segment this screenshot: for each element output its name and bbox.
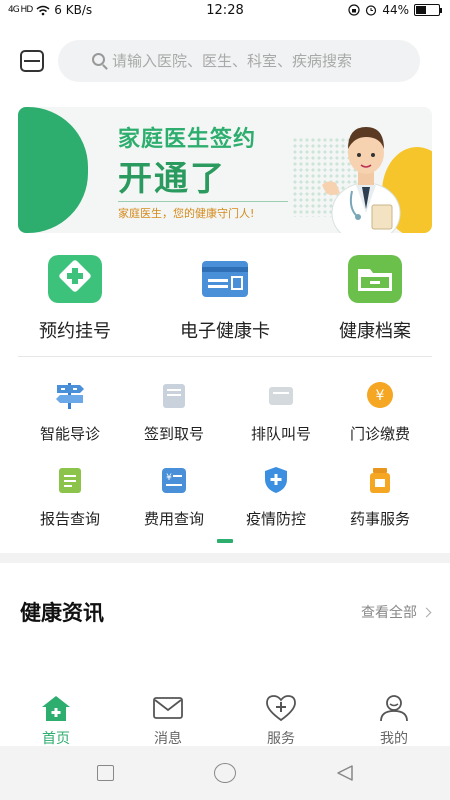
battery-percent: 44% (382, 3, 409, 17)
tab-label: 消息 (154, 731, 182, 747)
banner-decoration (18, 107, 88, 233)
bottom-tab-bar: 首页 消息 服务 我的 (0, 690, 450, 747)
alarm-icon (366, 5, 377, 16)
banner-title: 开通了 (118, 159, 226, 199)
svg-text:¥: ¥ (166, 473, 172, 483)
header (0, 38, 450, 84)
quick-label: 报告查询 (39, 510, 100, 528)
chevron-right-icon (421, 607, 432, 617)
quick-label: 门诊缴费 (349, 425, 410, 443)
tab-services[interactable]: 服务 (225, 690, 337, 747)
section-gap (0, 553, 450, 563)
folder-icon (348, 255, 402, 303)
service-label: 健康档案 (339, 321, 411, 342)
search-icon (92, 53, 105, 66)
banner-subtitle: 家庭医生，您的健康守门人! (118, 207, 255, 220)
quick-label: 智能导诊 (39, 425, 100, 443)
quick-outpatient-payment[interactable]: ¥ 门诊缴费 (324, 381, 436, 451)
tab-label: 我的 (380, 731, 408, 747)
banner-divider (118, 201, 288, 202)
mail-icon (153, 697, 183, 719)
svg-text:¥: ¥ (376, 388, 385, 404)
lock-rotation-icon (348, 4, 360, 16)
search-input[interactable] (112, 52, 412, 70)
quick-label: 费用查询 (143, 510, 204, 528)
tab-home[interactable]: 首页 (0, 690, 112, 747)
quick-label: 签到取号 (143, 425, 204, 443)
system-nav-bar (0, 746, 450, 800)
main-services: 预约挂号 电子健康卡 健康档案 (0, 255, 450, 345)
doctor-illustration (322, 127, 401, 233)
signpost-icon (56, 383, 84, 409)
shield-icon (265, 467, 287, 493)
news-section-title: 健康资讯 (20, 601, 104, 625)
quick-label: 排队叫号 (250, 425, 311, 443)
tab-messages[interactable]: 消息 (112, 690, 224, 747)
promo-banner[interactable]: 家庭医生签约 开通了 家庭医生，您的健康守门人! (18, 107, 432, 233)
plus-card-icon (48, 255, 102, 303)
tab-label: 服务 (267, 731, 295, 747)
battery-icon (414, 4, 442, 16)
quick-epidemic-control[interactable]: 疫情防控 (220, 466, 332, 536)
tab-profile[interactable]: 我的 (338, 690, 450, 747)
section-divider (18, 356, 432, 357)
bill-icon: ¥ (162, 468, 186, 493)
health-card-icon (202, 261, 248, 297)
tab-label: 首页 (42, 731, 70, 747)
quick-checkin[interactable]: 签到取号 (118, 381, 230, 451)
search-bar[interactable] (58, 40, 420, 82)
service-label: 预约挂号 (39, 321, 111, 342)
quick-label: 疫情防控 (245, 510, 306, 528)
recent-apps-button[interactable] (97, 765, 114, 781)
service-label: 电子健康卡 (180, 321, 270, 342)
page-indicator (217, 539, 233, 543)
yuan-coin-icon: ¥ (367, 382, 393, 408)
status-bar: 4G HD 6 KB/s 12:28 44% (0, 0, 450, 22)
home-button[interactable] (214, 763, 236, 783)
report-icon (59, 468, 81, 493)
quick-fee-query[interactable]: ¥ 费用查询 (118, 466, 230, 536)
queue-icon (269, 387, 293, 405)
back-button[interactable] (336, 764, 354, 782)
quick-label: 药事服务 (349, 510, 410, 528)
quick-queue[interactable]: 排队叫号 (225, 381, 337, 451)
quick-pharmacy-service[interactable]: 药事服务 (324, 466, 436, 536)
quick-report-query[interactable]: 报告查询 (14, 466, 126, 536)
service-appointment[interactable]: 预约挂号 (0, 255, 150, 345)
quick-smart-guide[interactable]: 智能导诊 (14, 381, 126, 451)
user-icon (380, 695, 408, 722)
service-health-card[interactable]: 电子健康卡 (150, 255, 300, 345)
medicine-icon (370, 468, 390, 493)
service-health-record[interactable]: 健康档案 (300, 255, 450, 345)
checkin-icon (163, 384, 185, 408)
view-all-label: 查看全部 (361, 605, 417, 621)
scan-menu-icon[interactable] (20, 50, 44, 72)
view-all-link[interactable]: 查看全部 (361, 602, 432, 622)
banner-headline: 家庭医生签约 (118, 127, 257, 152)
home-icon (42, 696, 70, 721)
heart-plus-icon (266, 695, 296, 722)
